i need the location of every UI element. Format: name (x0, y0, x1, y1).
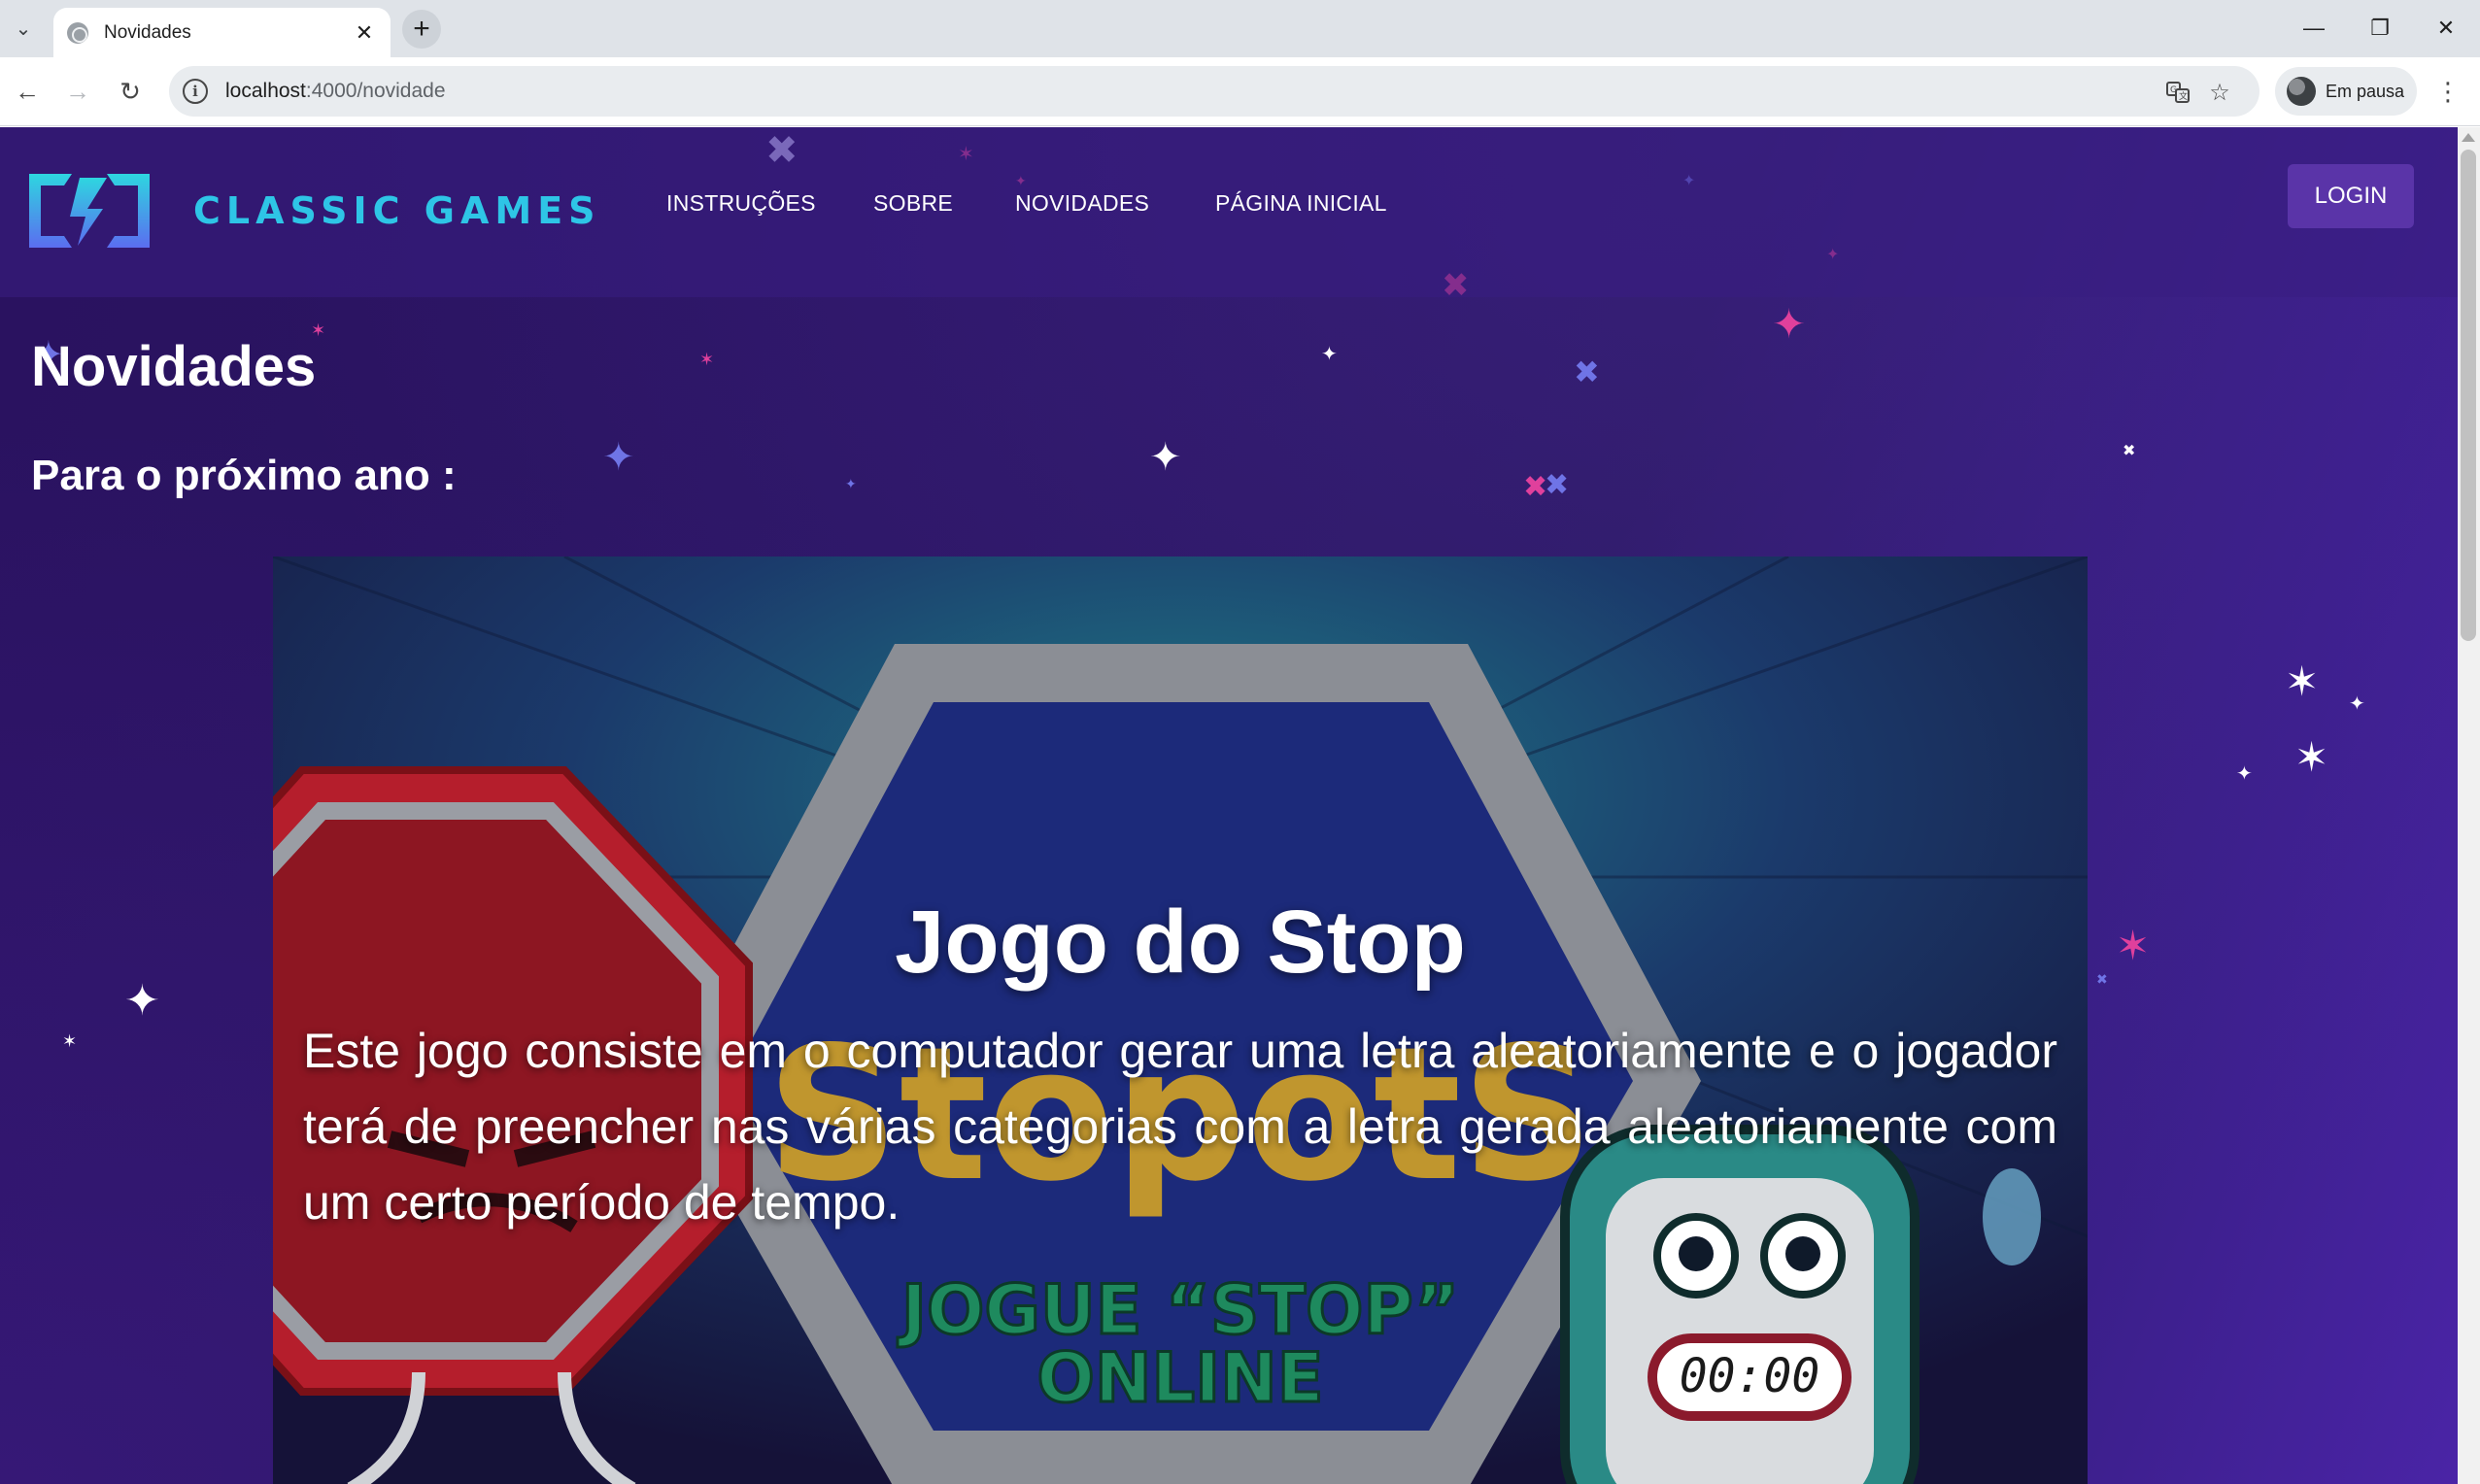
browser-menu-icon[interactable]: ⋮ (2433, 72, 2463, 111)
game-card: StopotS JOGUE “STOP” ONLINE 00:00 Jogo d… (273, 556, 2088, 1484)
url-host: localhost (225, 80, 306, 102)
close-tab-icon[interactable]: ✕ (352, 20, 377, 46)
star-icon: ✦ (1321, 344, 1338, 365)
tab-title: Novidades (104, 21, 191, 43)
card-title: Jogo do Stop (895, 893, 1466, 992)
card-description: Este jogo consiste em o computador gerar… (303, 1024, 2057, 1230)
star-icon: ✦ (124, 977, 160, 1025)
star-icon: ✦ (2349, 693, 2365, 715)
star-icon: ✦ (602, 436, 635, 479)
nav-link-pagina-inicial[interactable]: PÁGINA INICIAL (1215, 190, 1387, 217)
classic-games-logo-icon[interactable] (23, 164, 155, 257)
scroll-up-arrow-icon[interactable] (2462, 133, 2475, 142)
minimize-window-button[interactable]: — (2285, 8, 2343, 49)
restore-window-button[interactable]: ❐ (2351, 8, 2409, 49)
star-icon: ✶ (2285, 658, 2320, 704)
reload-icon[interactable]: ↻ (111, 72, 150, 111)
nav-link-sobre[interactable]: SOBRE (873, 190, 953, 217)
star-icon: ✶ (699, 350, 715, 369)
new-tab-button[interactable]: + (402, 10, 441, 49)
bookmark-star-icon[interactable]: ☆ (2205, 78, 2234, 107)
translate-icon[interactable]: G文 (2163, 78, 2192, 107)
star-icon: ✖ (1574, 354, 1600, 389)
scrollbar-thumb[interactable] (2461, 150, 2476, 641)
star-icon: ✦ (845, 476, 857, 491)
star-icon: ✖ (2123, 443, 2136, 459)
forward-arrow-icon[interactable]: → (58, 72, 97, 111)
url-text[interactable]: localhost:4000/novidade (225, 80, 446, 103)
svg-text:00:00: 00:00 (1680, 1349, 1820, 1403)
address-bar[interactable]: i localhost:4000/novidade G文 ☆ (169, 66, 2259, 117)
tab-search-chevron-icon[interactable]: ⌄ (8, 12, 39, 45)
back-arrow-icon[interactable]: ← (8, 72, 47, 111)
svg-text:文: 文 (2179, 90, 2188, 102)
svg-text:ONLINE: ONLINE (1036, 1338, 1323, 1418)
star-icon: ✶ (2116, 923, 2151, 968)
profile-button[interactable]: Em pausa (2275, 67, 2417, 116)
brand-name[interactable]: CLASSIC GAMES (193, 189, 601, 232)
nav-link-novidades[interactable]: NOVIDADES (1015, 190, 1149, 217)
profile-label: Em pausa (2326, 81, 2405, 101)
close-window-button[interactable]: ✕ (2417, 8, 2475, 49)
star-icon: ✶ (2294, 734, 2329, 780)
url-path: :4000/novidade (305, 80, 446, 102)
star-icon: ✶ (62, 1031, 78, 1051)
globe-icon (67, 21, 88, 44)
avatar (2287, 77, 2316, 106)
page-viewport: ✖ ✶ ✦ ✖ ✦ ✖ ✦ ✦ ✦ ✖ ✖ ✖ ✶ ✶ ✦ ✶ ✶ ✦ ✦ ✶ … (0, 127, 2458, 1484)
star-icon: ✦ (1149, 436, 1182, 479)
site-info-icon[interactable]: i (183, 79, 208, 104)
browser-toolbar: ← → ↻ i localhost:4000/novidade G文 ☆ Em … (0, 57, 2480, 126)
browser-tab[interactable]: Novidades ✕ (53, 8, 391, 57)
login-button[interactable]: LOGIN (2288, 164, 2414, 228)
star-icon: ✖ (1545, 469, 1570, 501)
section-subtitle: Para o próximo ano : (31, 452, 457, 499)
site-navbar: CLASSIC GAMES INSTRUÇÕES SOBRE NOVIDADES… (0, 127, 2458, 297)
star-icon: ✖ (2096, 971, 2108, 987)
browser-tab-strip: ⌄ Novidades ✕ + — ❐ ✕ (0, 0, 2480, 57)
page-title: Novidades (31, 335, 317, 398)
nav-link-instrucoes[interactable]: INSTRUÇÕES (666, 190, 816, 217)
star-icon: ✦ (1772, 301, 1807, 347)
star-icon: ✦ (2236, 763, 2253, 785)
svg-text:G: G (2170, 85, 2177, 95)
